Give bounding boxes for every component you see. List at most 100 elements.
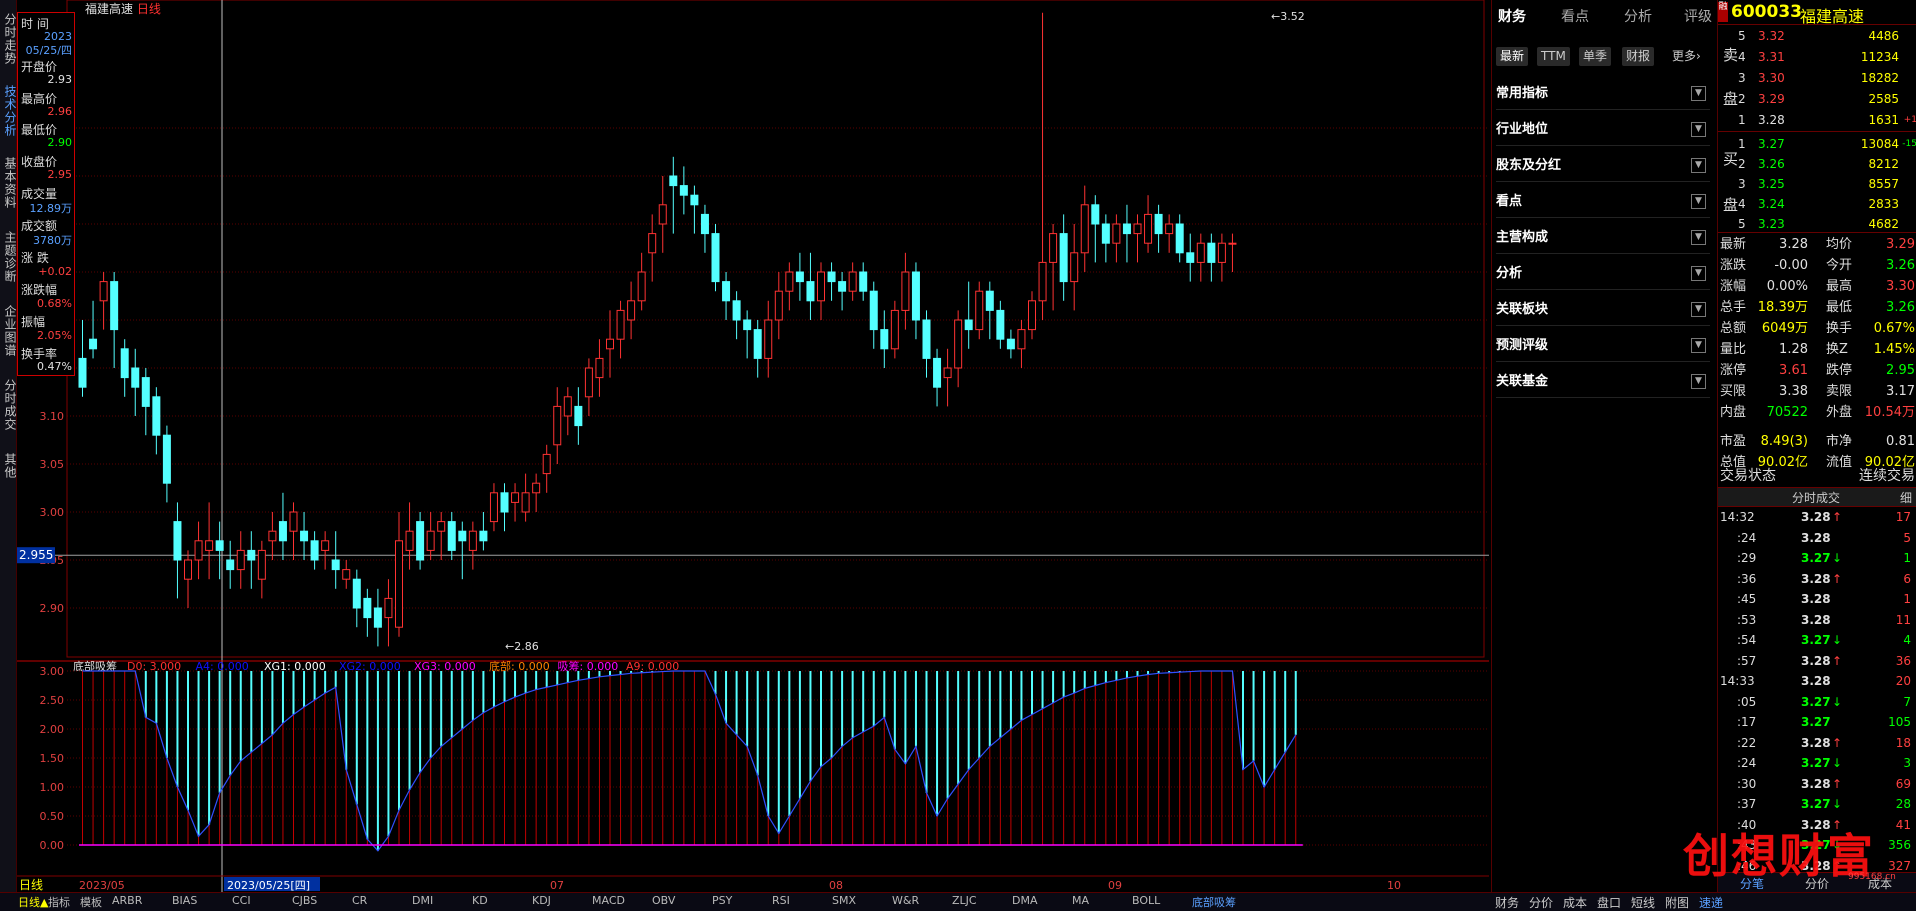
fin-sub-report[interactable]: 财报 [1622,47,1655,66]
indicator-tab[interactable]: DMA [1012,894,1038,907]
chevron-down-icon[interactable]: ▼ [1691,86,1706,101]
chevron-down-icon[interactable]: ▼ [1691,122,1706,137]
indicator-tab[interactable]: CJBS [292,894,317,907]
indicator-tab[interactable]: MA [1072,894,1089,907]
ask-row[interactable]: 5 3.32 4486 [1718,26,1916,46]
indicator-tick-label: 0.50 [40,810,65,823]
fin-section-indicators[interactable]: 常用指标 ▼ [1496,79,1710,110]
right-bottom-tab[interactable]: 速递 [1699,894,1723,911]
chevron-down-icon[interactable]: ▼ [1691,194,1706,209]
tick-price: 3.28 [1801,612,1831,627]
tab-technical[interactable]: 技术分析 [0,78,17,144]
quote-tab-price[interactable]: 分价 [1805,875,1829,892]
quote-tab-cost[interactable]: 成本 [1868,875,1892,892]
chevron-down-icon[interactable]: ▼ [1691,302,1706,317]
tab-fundamentals[interactable]: 基本资料 [0,150,17,216]
indicator-tab[interactable]: CCI [232,894,251,907]
fin-sub-more[interactable]: 更多› [1668,47,1705,66]
candle-body [342,569,351,580]
fin-tab-highlights[interactable]: 看点 [1561,6,1589,26]
bid-row[interactable]: 1 3.27 13084 -15 [1718,134,1916,154]
chevron-down-icon[interactable]: ▼ [1691,158,1706,173]
tick-volume: 356 [1888,838,1911,852]
candle-body [753,329,762,359]
fin-section-analysis[interactable]: 分析 ▼ [1496,259,1710,290]
candle-body [901,271,910,311]
right-bottom-tab[interactable]: 短线 [1631,894,1655,911]
fin-sub-latest[interactable]: 最新 [1496,47,1529,66]
indicator-tab[interactable]: 模板 [80,894,102,910]
bid-row[interactable]: 4 3.24 2833 [1718,194,1916,214]
fin-sub-ttm[interactable]: TTM [1537,47,1570,66]
bid-volume: 13084 [1860,137,1899,151]
tab-tick-trades[interactable]: 分时成交 [0,372,17,438]
period-label: 日线 [136,2,161,16]
quote-tab-ticks[interactable]: 分笔 [1740,875,1764,892]
indicator-tab[interactable]: RSI [772,894,790,907]
fin-tab-rating[interactable]: 评级 [1684,6,1712,26]
indicator-tab[interactable]: SMX [832,894,856,907]
right-bottom-tab[interactable]: 附图 [1665,894,1689,911]
tab-other[interactable]: 其他 [0,446,17,486]
indicator-tab[interactable]: BIAS [172,894,197,907]
fin-sub-quarter[interactable]: 单季 [1579,47,1612,66]
fin-section-funds[interactable]: 关联基金 ▼ [1496,367,1710,398]
tab-diagnosis[interactable]: 主题诊断 [0,224,17,290]
tab-company-graph[interactable]: 企业图谱 [0,298,17,364]
fin-section-shareholders[interactable]: 股东及分红 ▼ [1496,151,1710,182]
bid-row[interactable]: 5 3.23 4682 [1718,214,1916,234]
tab-realtime[interactable]: 分时走势 [0,6,17,72]
indicator-tab[interactable]: CR [352,894,367,907]
right-bottom-tab[interactable]: 盘口 [1597,894,1621,911]
ask-row[interactable]: 3 3.30 18282 [1718,68,1916,88]
indicator-tab[interactable]: BOLL [1132,894,1160,907]
indicator-tab[interactable]: PSY [712,894,732,907]
stat-value: 3.28 [1779,237,1808,252]
fin-section-business[interactable]: 主营构成 ▼ [1496,223,1710,254]
fin-section-label: 关联基金 [1496,374,1549,389]
ask-row[interactable]: 2 3.29 2585 [1718,89,1916,109]
info-amplitude-label: 振幅 [21,315,46,329]
right-bottom-tab[interactable]: 成本 [1563,894,1587,911]
fin-section-sectors[interactable]: 关联板块 ▼ [1496,295,1710,326]
chevron-down-icon[interactable]: ▼ [1691,230,1706,245]
fin-section-forecast[interactable]: 预测评级 ▼ [1496,331,1710,362]
indicator-tab[interactable]: KDJ [532,894,551,907]
stat-value: 3.26 [1886,258,1915,273]
indicator-tab[interactable]: W&R [892,894,919,907]
indicator-tab[interactable]: DMI [412,894,433,907]
tick-row: :43 3.27 ↓ 356 [1718,835,1916,855]
ask-row[interactable]: 4 3.31 11234 [1718,47,1916,67]
indicator-tab[interactable]: ARBR [112,894,142,907]
fin-section-highlights[interactable]: 看点 ▼ [1496,187,1710,218]
chevron-down-icon[interactable]: ▼ [1691,338,1706,353]
ticks-detail-button[interactable]: 细 [1900,489,1912,506]
candle-body [479,530,488,542]
fin-section-industry[interactable]: 行业地位 ▼ [1496,115,1710,146]
candle-body [722,281,731,302]
indicator-tab[interactable]: 指标 [48,894,70,910]
gear-icon[interactable]: 融 [1718,2,1728,22]
chart-area[interactable]: 3.103.053.002.952.902.955←3.52←2.86底部吸筹D… [17,0,1489,892]
indicator-tab[interactable]: 日线▲ [18,894,48,910]
indicator-tab[interactable]: MACD [592,894,625,907]
tick-time: :30 [1737,776,1757,791]
right-bottom-tab[interactable]: 财务 [1495,894,1519,911]
fin-section-label: 股东及分红 [1496,158,1562,173]
ask-row[interactable]: 1 3.28 1631 +1 [1718,110,1916,130]
fin-tab-analysis[interactable]: 分析 [1624,6,1652,26]
indicator-tab[interactable]: OBV [652,894,675,907]
chevron-down-icon[interactable]: ▼ [1691,266,1706,281]
candlestick-chart[interactable]: 3.103.053.002.952.902.955←3.52←2.86底部吸筹D… [17,0,1489,892]
bid-row[interactable]: 3 3.25 8557 [1718,174,1916,194]
indicator-tab[interactable]: KD [472,894,488,907]
quote-panel: 融 600033 福建高速 卖 盘 买 盘 5 3.32 4486 4 3.31 1123… [1683,0,1916,893]
candle-body [310,540,319,561]
chevron-down-icon[interactable]: ▼ [1691,374,1706,389]
right-bottom-tab[interactable]: 分价 [1529,894,1553,911]
bid-row[interactable]: 2 3.26 8212 [1718,154,1916,174]
indicator-tab[interactable]: ZLJC [952,894,977,907]
quote-bottom-tabs: 分笔 分价 成本 [1718,872,1916,893]
indicator-tab[interactable]: 底部吸筹 [1192,894,1236,910]
fin-tab-finance[interactable]: 财务 [1498,6,1526,26]
